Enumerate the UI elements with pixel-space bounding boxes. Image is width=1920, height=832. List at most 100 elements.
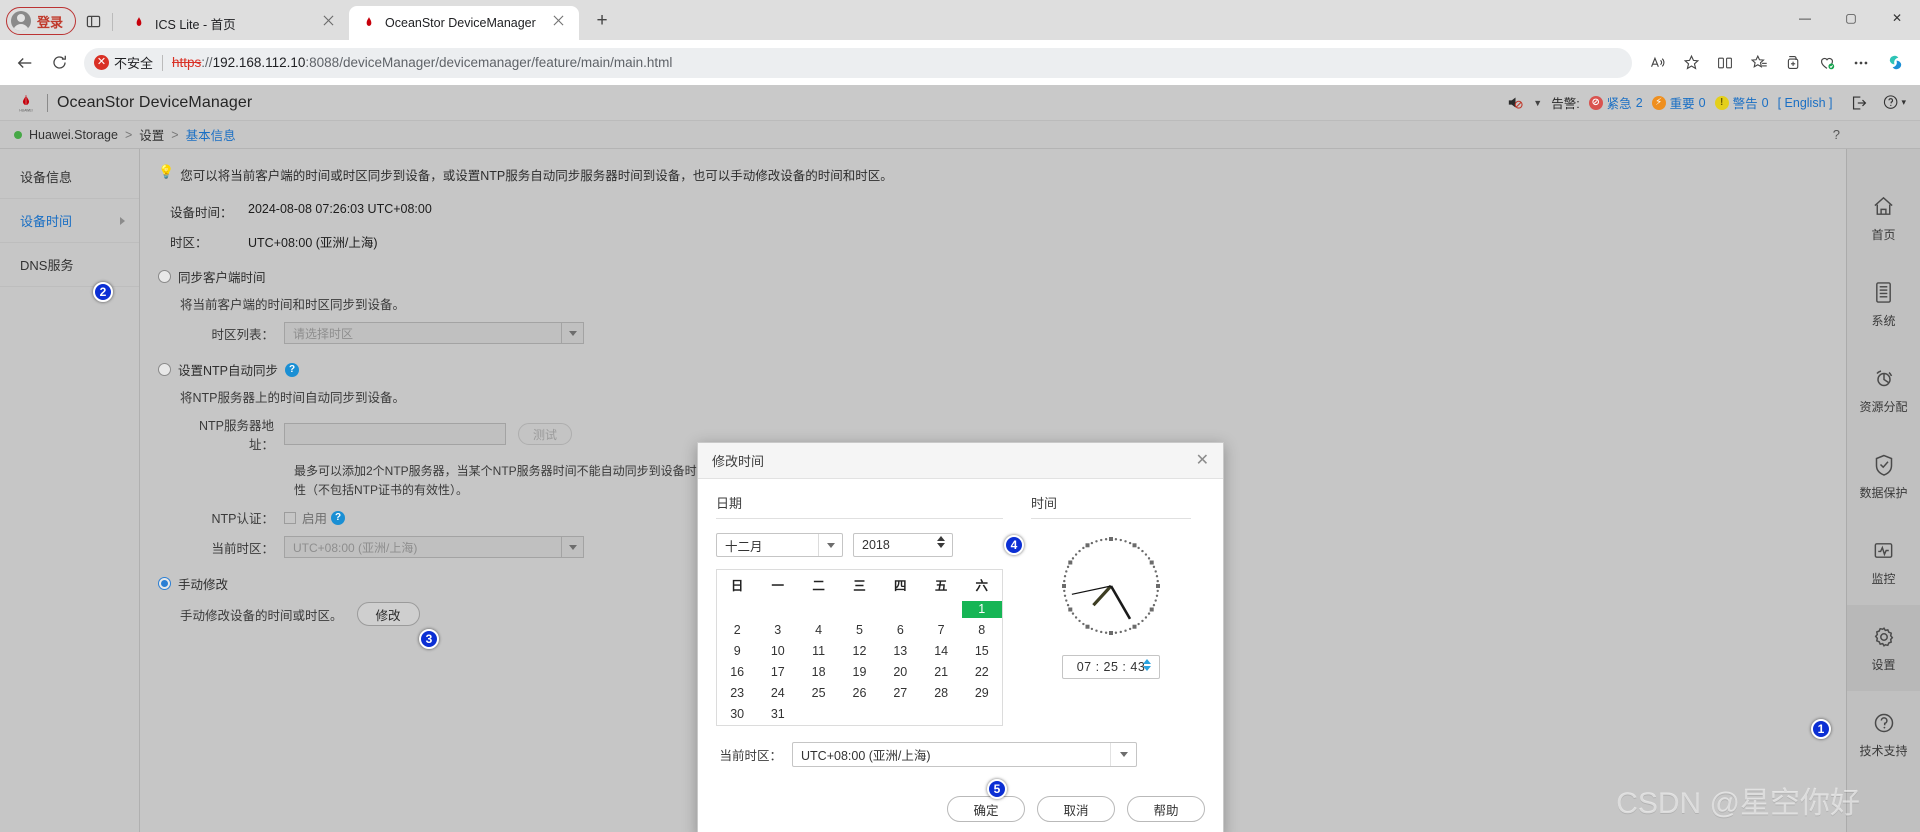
chevron-down-icon[interactable] [818,534,842,556]
minimize-button[interactable]: — [1782,0,1828,36]
close-icon[interactable]: ✕ [1196,452,1209,469]
calendar-day-cell[interactable]: 2 [717,620,758,641]
calendar-day-cell[interactable]: 12 [839,641,880,662]
favorite-star-icon[interactable] [1674,46,1708,80]
calendar-day-cell[interactable]: 9 [717,641,758,662]
time-spinner[interactable]: 07 : 25 : 43 [1062,655,1160,679]
calendar-day-cell[interactable]: 20 [880,662,921,683]
calendar-day-cell[interactable]: 25 [798,683,839,704]
sidebar-item-device-info[interactable]: 设备信息 [0,155,139,199]
browser-tab-1[interactable]: ICS Lite - 首页 [119,6,350,40]
help-dropdown-icon[interactable]: ▾ [1883,94,1906,111]
calendar-day-cell[interactable]: 27 [880,683,921,704]
help-button[interactable]: 帮助 [1127,796,1205,822]
calendar-day-cell[interactable]: 14 [921,641,962,662]
browser-tab-2[interactable]: OceanStor DeviceManager [349,6,580,40]
calendar-day-cell[interactable]: 19 [839,662,880,683]
alarm-warning[interactable]: ! 警告 0 [1714,93,1769,112]
tab-actions-icon[interactable] [76,6,110,36]
ntp-test-button[interactable]: 测试 [518,423,573,445]
cancel-button[interactable]: 取消 [1037,796,1115,822]
chevron-down-icon[interactable] [1110,743,1136,766]
ntp-server-input[interactable] [284,423,506,445]
close-icon[interactable] [553,15,569,31]
calendar-day-cell[interactable]: 29 [962,683,1003,704]
maximize-button[interactable]: ▢ [1828,0,1874,36]
spinner-down-icon[interactable] [1143,666,1151,671]
calendar-day-cell[interactable]: 18 [798,662,839,683]
breadcrumb-item-1[interactable]: 设置 [139,125,164,144]
spinner-down-icon[interactable] [937,543,945,548]
ntp-auth-checkbox[interactable] [284,511,296,524]
calendar-day-cell[interactable]: 21 [921,662,962,683]
calendar-day-cell[interactable]: 13 [880,641,921,662]
sidebar-item-dns-service[interactable]: DNS服务 [0,243,139,287]
calendar-day-cell[interactable]: 6 [880,620,921,641]
rail-item-settings[interactable]: 设置 [1846,605,1920,691]
spinner-up-icon[interactable] [1143,659,1151,664]
chevron-down-icon[interactable]: ▼ [1533,98,1542,108]
dialog-timezone-select[interactable]: UTC+08:00 (亚洲/上海) [792,742,1137,767]
clock-widget[interactable]: 07 : 25 : 43 [1031,531,1191,679]
time-spinner-arrows[interactable] [1143,659,1151,671]
add-tab-group-icon[interactable] [1776,46,1810,80]
calendar-day-cell[interactable]: 24 [757,683,798,704]
logout-icon[interactable] [1851,95,1868,111]
rail-item-home[interactable]: 首页 [1847,175,1920,261]
calendar-day-cell[interactable]: 1 [961,599,1003,620]
alarm-critical[interactable]: ⊘ 紧急 2 [1588,93,1643,112]
back-button[interactable] [8,46,42,80]
help-icon[interactable]: ? [285,362,300,377]
sound-muted-icon[interactable] [1507,95,1524,110]
radio-manual[interactable] [158,577,171,591]
month-select[interactable]: 十二月 [716,533,843,557]
read-aloud-icon[interactable] [1640,46,1674,80]
calendar-day-cell[interactable]: 11 [798,641,839,662]
alarm-major[interactable]: ⚡ 重要 0 [1651,93,1706,112]
calendar-day-cell[interactable]: 23 [717,683,758,704]
calendar-day-cell[interactable]: 7 [921,620,962,641]
option-ntp-header[interactable]: 设置NTP自动同步 ? [158,360,1846,379]
copilot-icon[interactable] [1878,46,1912,80]
language-switch[interactable]: [ English ] [1778,96,1833,110]
spinner-arrows[interactable] [937,536,945,548]
help-icon[interactable]: ? [331,510,346,525]
year-spinner[interactable]: 2018 [853,533,953,557]
calendar-day-cell[interactable]: 26 [839,683,880,704]
breadcrumb-item-2[interactable]: 基本信息 [186,125,236,144]
close-window-button[interactable]: ✕ [1874,0,1920,36]
rail-item-data-protection[interactable]: 数据保护 [1847,433,1920,519]
calendar-day-cell[interactable]: 17 [757,662,798,683]
calendar-grid[interactable]: 日 一 二 三 四 五 六 1 2 3 4 5 6 7 8 9 10 11 12 13 14 15 16 17 1… [716,569,1003,726]
radio-ntp[interactable] [158,363,171,376]
browser-essentials-icon[interactable] [1810,46,1844,80]
rail-item-resource-allocation[interactable]: 资源分配 [1847,347,1920,433]
radio-sync-client[interactable] [158,270,171,283]
timezone-list-select[interactable]: 请选择时区 [284,322,584,344]
calendar-day-cell[interactable]: 28 [921,683,962,704]
sidebar-item-device-time[interactable]: 设备时间 [0,199,139,243]
chevron-down-icon[interactable] [561,537,583,558]
rail-item-technical-support[interactable]: 技术支持 [1847,691,1920,777]
page-help-icon[interactable]: ? [1833,127,1840,142]
calendar-day-cell[interactable]: 31 [757,704,798,726]
chevron-down-icon[interactable] [561,323,583,343]
calendar-day-cell[interactable]: 10 [757,641,798,662]
address-bar[interactable]: ✕ 不安全 https://192.168.112.10:8088/device… [84,47,1632,78]
security-badge[interactable]: ✕ 不安全 [94,53,153,72]
ok-button[interactable]: 确定 [947,796,1025,822]
reload-button[interactable] [42,46,76,80]
collections-icon[interactable] [1742,46,1776,80]
option-sync-client-header[interactable]: 同步客户端时间 [158,267,1846,286]
close-icon[interactable] [323,15,339,31]
profile-button[interactable]: 登录 [6,7,77,35]
rail-item-monitoring[interactable]: 监控 [1847,519,1920,605]
spinner-up-icon[interactable] [937,536,945,541]
settings-more-icon[interactable] [1844,46,1878,80]
calendar-day-cell[interactable]: 5 [839,620,880,641]
modify-time-button[interactable]: 修改 [356,602,420,627]
rail-item-system[interactable]: 系统 [1847,261,1920,347]
calendar-day-cell[interactable]: 3 [757,620,798,641]
calendar-day-cell[interactable]: 8 [962,620,1003,641]
calendar-day-cell[interactable]: 30 [717,704,758,726]
